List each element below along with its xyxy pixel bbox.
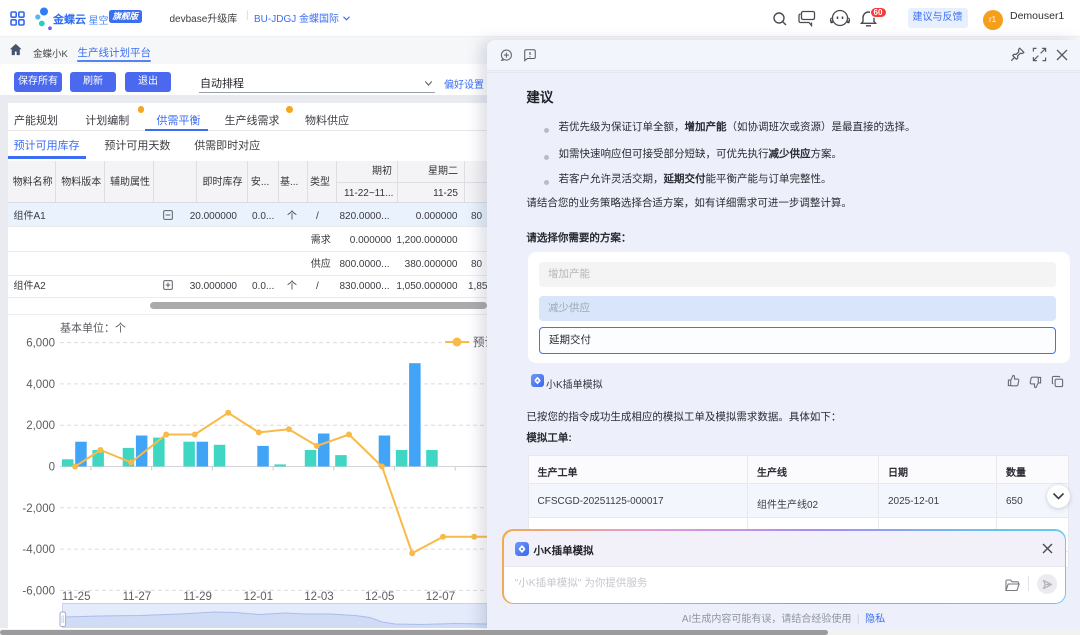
svg-text:11-25: 11-25	[62, 591, 91, 603]
svg-text:基本单位：个: 基本单位：个	[60, 321, 126, 335]
svg-text:6,000: 6,000	[26, 338, 55, 350]
svg-text:2,000: 2,000	[26, 420, 55, 432]
svg-text:4,000: 4,000	[26, 379, 55, 391]
svg-text:0: 0	[49, 462, 55, 474]
svg-text:12-07: 12-07	[426, 591, 455, 603]
svg-text:-6,000: -6,000	[22, 585, 55, 597]
svg-text:11-29: 11-29	[183, 591, 212, 603]
svg-text:12-03: 12-03	[304, 591, 333, 603]
svg-text:预计可: 预计可	[473, 336, 487, 349]
svg-text:11-27: 11-27	[123, 591, 152, 603]
svg-text:-2,000: -2,000	[22, 503, 55, 515]
svg-text:-4,000: -4,000	[22, 544, 55, 556]
svg-text:12-01: 12-01	[244, 591, 273, 603]
svg-text:12-05: 12-05	[365, 591, 394, 603]
